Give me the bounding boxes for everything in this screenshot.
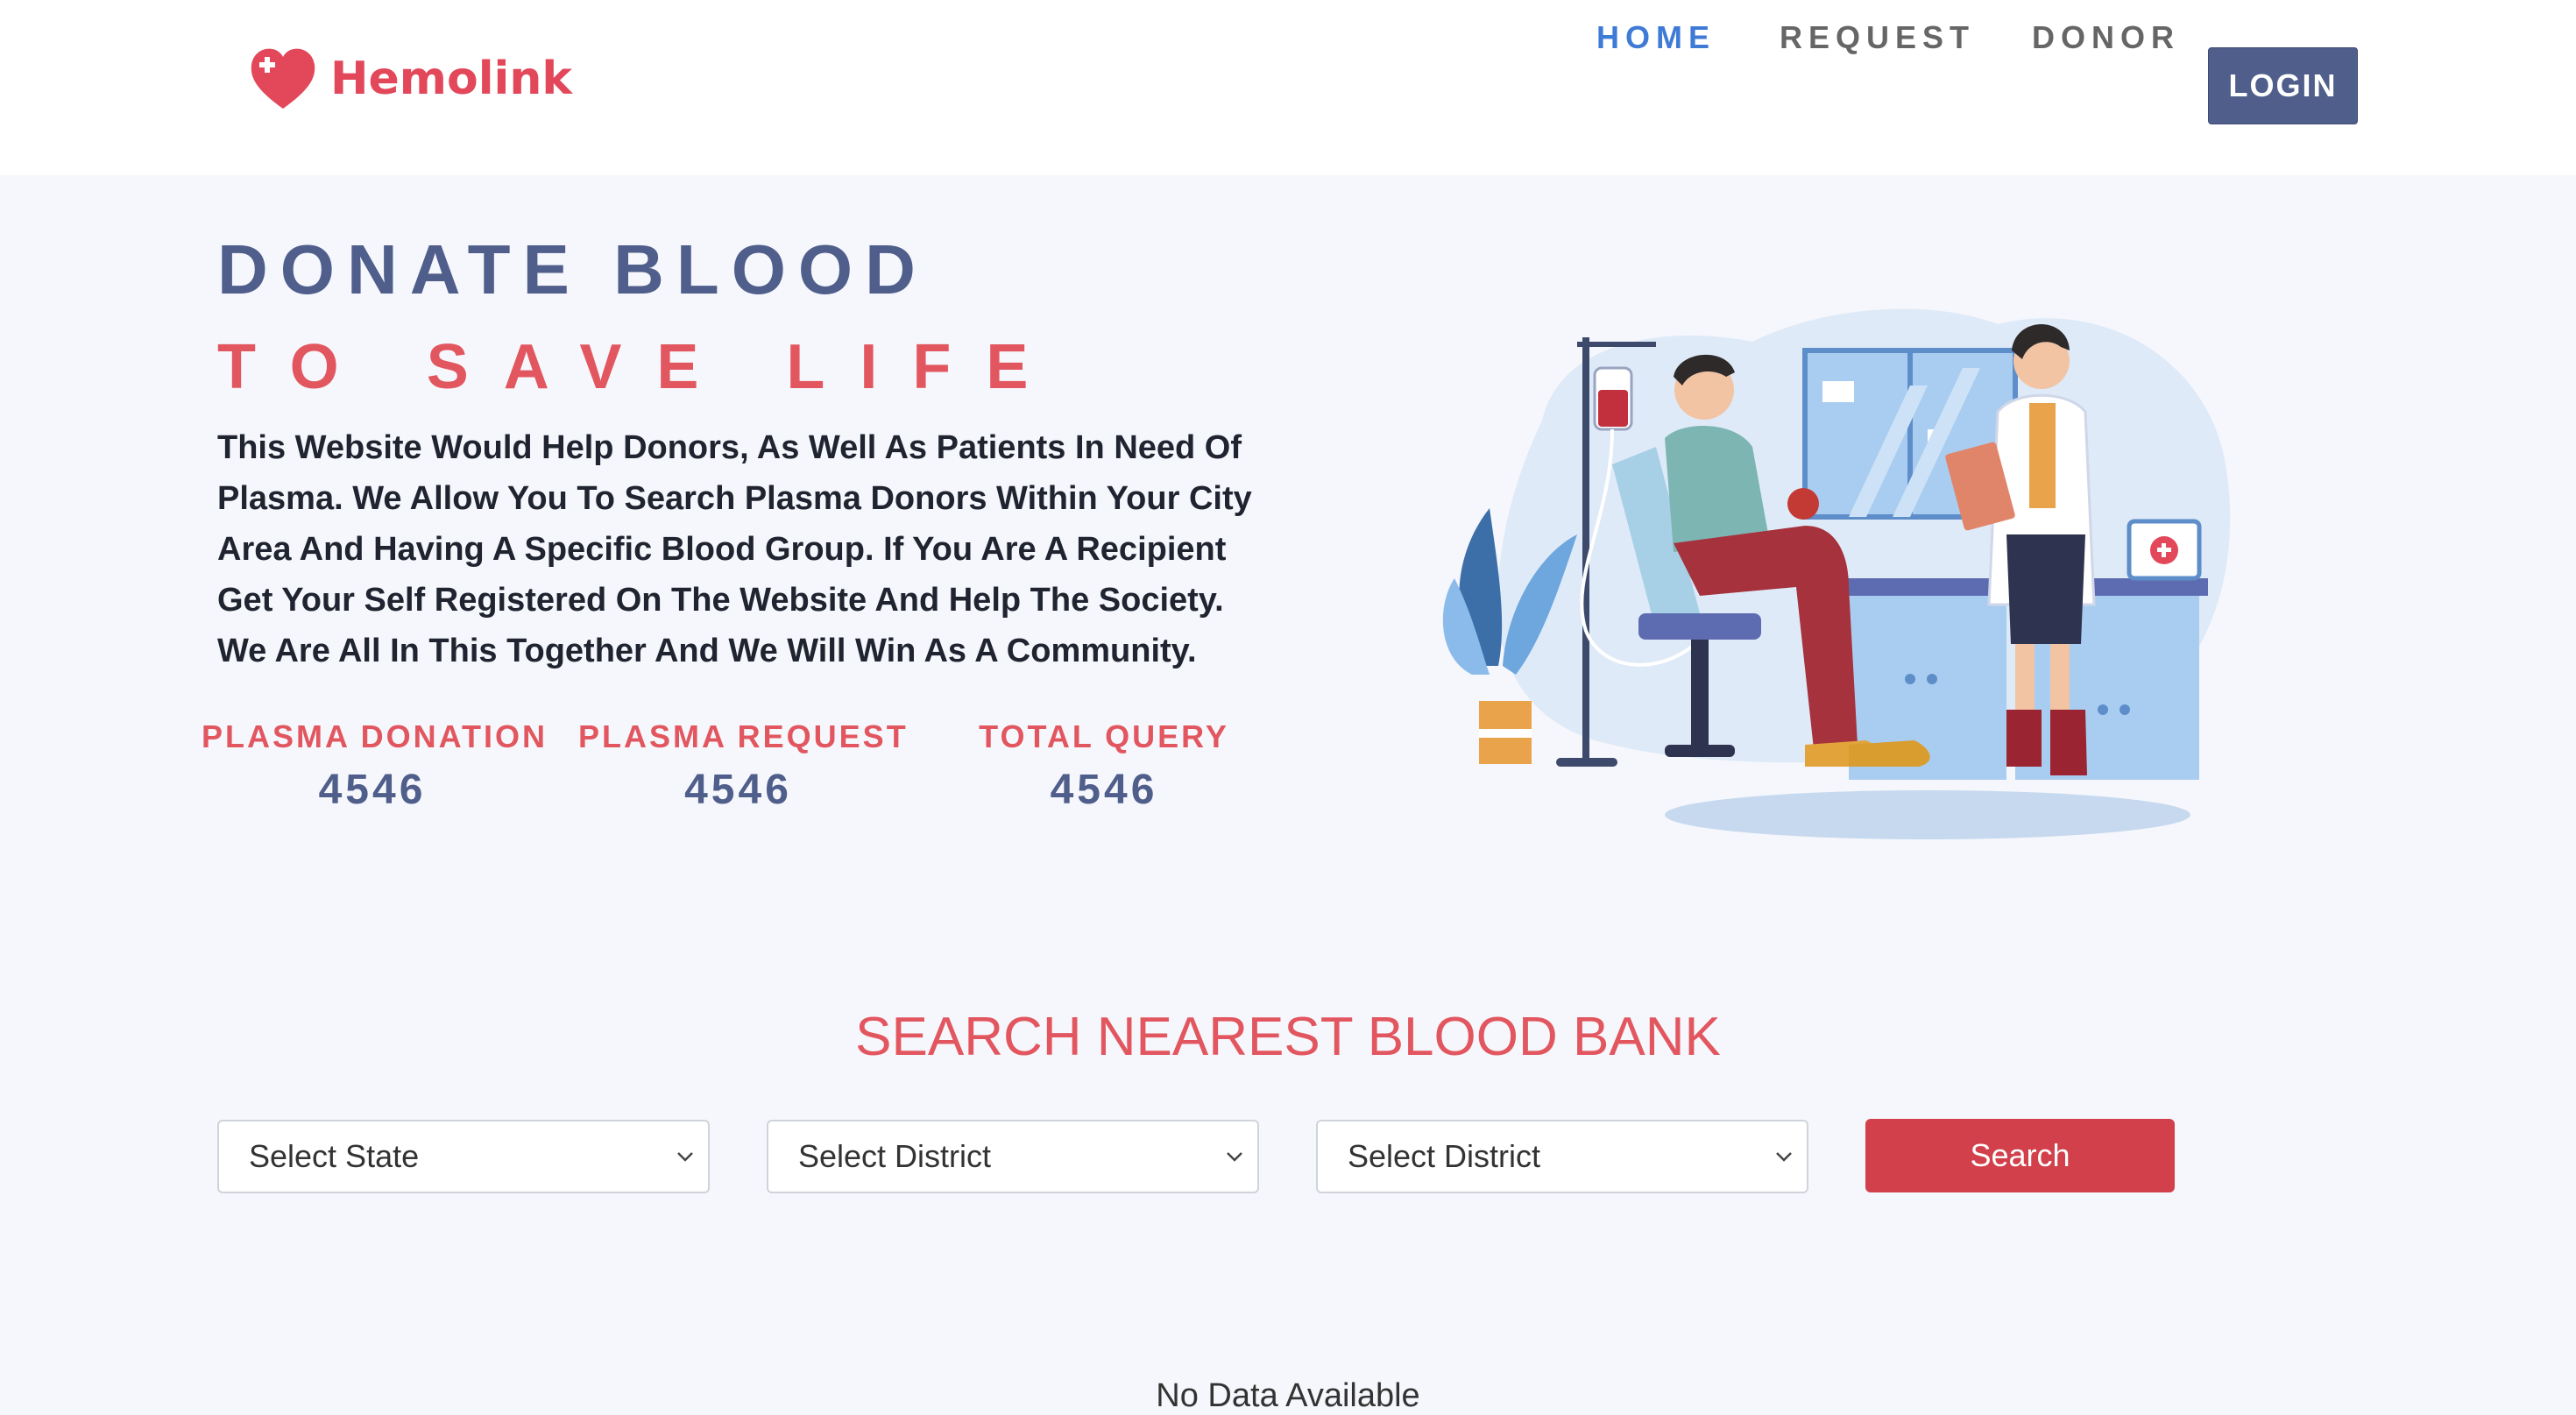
blood-donation-illustration	[1442, 308, 2231, 839]
hero-title-primary: DONATE BLOOD	[217, 230, 928, 308]
top-navbar: Hemolink HOME REQUEST DONOR LOGIN	[0, 0, 2576, 175]
stat-plasma-request: PLASMA REQUEST 4546	[578, 718, 909, 814]
nav-donor-link[interactable]: DONOR	[2032, 19, 2180, 56]
district-select-secondary[interactable]: Select District	[1316, 1120, 1808, 1193]
stat-plasma-donation: PLASMA DONATION 4546	[202, 718, 548, 814]
hero-description: This Website Would Help Donors, As Well …	[217, 429, 1252, 669]
hero-title-secondary: TO SAVE LIFE	[217, 332, 1064, 402]
stat-total-query: TOTAL QUERY 4546	[968, 718, 1240, 814]
stat-value: 4546	[1050, 767, 1158, 813]
brand-name: Hemolink	[330, 53, 572, 105]
login-button[interactable]: LOGIN	[2208, 47, 2358, 124]
no-data-message: No Data Available	[1156, 1377, 1420, 1414]
nav-request-link[interactable]: REQUEST	[1780, 19, 1975, 56]
search-title: SEARCH NEAREST BLOOD BANK	[855, 1007, 1721, 1067]
brand-logo[interactable]: Hemolink	[248, 44, 572, 114]
state-select-value: Select State	[249, 1138, 420, 1174]
chevron-down-icon	[1776, 1152, 1792, 1162]
stat-value: 4546	[318, 767, 427, 813]
chevron-down-icon	[677, 1152, 693, 1162]
chevron-down-icon	[1227, 1152, 1242, 1162]
district-select-value: Select District	[798, 1138, 992, 1174]
heart-plus-icon	[251, 48, 315, 109]
stat-label: PLASMA DONATION	[202, 718, 548, 754]
stat-label: TOTAL QUERY	[979, 718, 1229, 754]
district-select-value: Select District	[1348, 1138, 1541, 1174]
search-button[interactable]: Search	[1865, 1119, 2175, 1192]
state-select[interactable]: Select State	[217, 1120, 710, 1193]
nav-home-link[interactable]: HOME	[1596, 19, 1716, 56]
district-select[interactable]: Select District	[767, 1120, 1259, 1193]
stat-value: 4546	[684, 767, 792, 813]
stat-label: PLASMA REQUEST	[578, 718, 909, 754]
